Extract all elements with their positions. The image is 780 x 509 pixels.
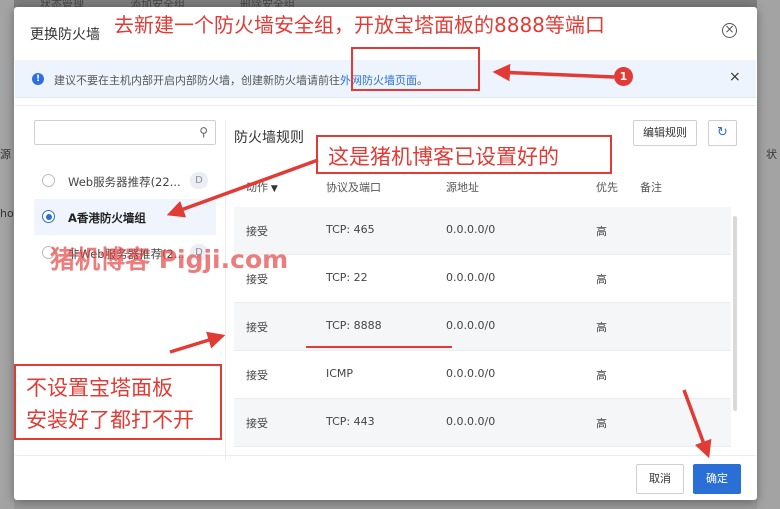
annotation-top-text: 去新建一个防火墙安全组，开放宝塔面板的8888等端口 (114, 13, 605, 37)
cell-port: ICMP (326, 367, 354, 380)
cell-priority: 高 (596, 225, 607, 238)
table-row: 接受 ICMP 0.0.0.0/0 高 (234, 351, 731, 399)
annotation-middle-text: 这是猪机博客已设置好的 (328, 145, 559, 169)
info-icon: ! (32, 73, 44, 85)
divider (15, 105, 756, 106)
rules-title: 防火墙规则 (234, 130, 304, 146)
panel-divider (225, 120, 226, 460)
cell-action: 接受 (246, 369, 268, 382)
cell-action: 接受 (246, 321, 268, 334)
cell-priority: 高 (596, 273, 607, 286)
notice-close-icon[interactable]: × (729, 69, 741, 85)
cell-priority: 高 (596, 417, 607, 430)
annotation-underline (306, 346, 452, 348)
dialog-title: 更换防火墙 (30, 27, 100, 43)
table-row: 接受 TCP: 443 0.0.0.0/0 高 (234, 399, 731, 447)
footer-divider (15, 455, 756, 456)
close-icon[interactable]: × (722, 23, 737, 38)
cell-source: 0.0.0.0/0 (446, 271, 496, 284)
search-input[interactable]: ⚲ (34, 120, 216, 145)
cell-priority: 高 (596, 321, 607, 334)
background-right-edge (757, 0, 780, 509)
cell-port: TCP: 465 (326, 223, 375, 236)
radio-button[interactable] (42, 174, 55, 187)
group-badge: D (190, 172, 208, 189)
rules-table-body: 接受 TCP: 465 0.0.0.0/0 高 接受 TCP: 22 0.0.0… (234, 207, 731, 452)
cell-port: TCP: 8888 (326, 319, 382, 332)
column-header: 动作 ▼ (246, 181, 278, 194)
cell-source: 0.0.0.0/0 (446, 415, 496, 428)
table-row: 接受 TCP: 22 0.0.0.0/0 高 (234, 255, 731, 303)
table-row: 接受 TCP: 8888 0.0.0.0/0 高 (234, 303, 731, 351)
column-header: 源地址 (446, 181, 479, 194)
background-snippet: 状 (766, 148, 777, 161)
firewall-group-item-selected[interactable]: A香港防火墙组 (34, 199, 216, 235)
cell-port: TCP: 22 (326, 271, 368, 284)
annotation-bottom-box: 不设置宝塔面板 安装好了都打不开 (14, 364, 222, 440)
refresh-icon[interactable]: ↻ (708, 120, 737, 146)
cell-source: 0.0.0.0/0 (446, 319, 496, 332)
radio-button-checked[interactable] (42, 210, 55, 223)
watermark: 猪机博客 Pigji.com (50, 245, 289, 274)
table-row: 接受 TCP: 465 0.0.0.0/0 高 (234, 207, 731, 255)
group-label: A香港防火墙组 (68, 211, 146, 225)
cell-source: 0.0.0.0/0 (446, 223, 496, 236)
cell-source: 0.0.0.0/0 (446, 367, 496, 380)
annotation-bottom-line2: 安装好了都打不开 (26, 408, 194, 432)
group-label: Web服务器推荐(22... (68, 175, 181, 189)
cancel-button[interactable]: 取消 (636, 464, 684, 494)
cell-priority: 高 (596, 369, 607, 382)
annotation-bottom-line1: 不设置宝塔面板 (26, 376, 173, 400)
column-header: 备注 (640, 181, 662, 194)
notice-message: 建议不要在主机内部开启内部防火墙，创建新防火墙请前往 (54, 74, 340, 87)
cell-port: TCP: 443 (326, 415, 375, 428)
background-snippet: 源 (0, 148, 11, 161)
cell-action: 接受 (246, 417, 268, 430)
filter-icon[interactable]: ▼ (268, 184, 278, 194)
background-left-edge (0, 0, 14, 509)
search-icon[interactable]: ⚲ (199, 125, 208, 139)
annotation-step-badge: 1 (614, 67, 633, 86)
table-scrollbar[interactable] (733, 216, 737, 411)
cell-action: 接受 (246, 225, 268, 238)
column-header: 优先 (596, 181, 618, 194)
column-header: 协议及端口 (326, 181, 381, 194)
edit-rules-button[interactable]: 编辑规则 (633, 120, 697, 146)
confirm-button[interactable]: 确定 (693, 464, 741, 494)
rules-table-header: 动作 ▼ 协议及端口 源地址 优先 备注 (234, 177, 731, 207)
firewall-group-item[interactable]: Web服务器推荐(22... D (34, 163, 216, 199)
annotation-highlight-box (351, 47, 480, 91)
annotation-middle-box: 这是猪机博客已设置好的 (316, 135, 612, 174)
